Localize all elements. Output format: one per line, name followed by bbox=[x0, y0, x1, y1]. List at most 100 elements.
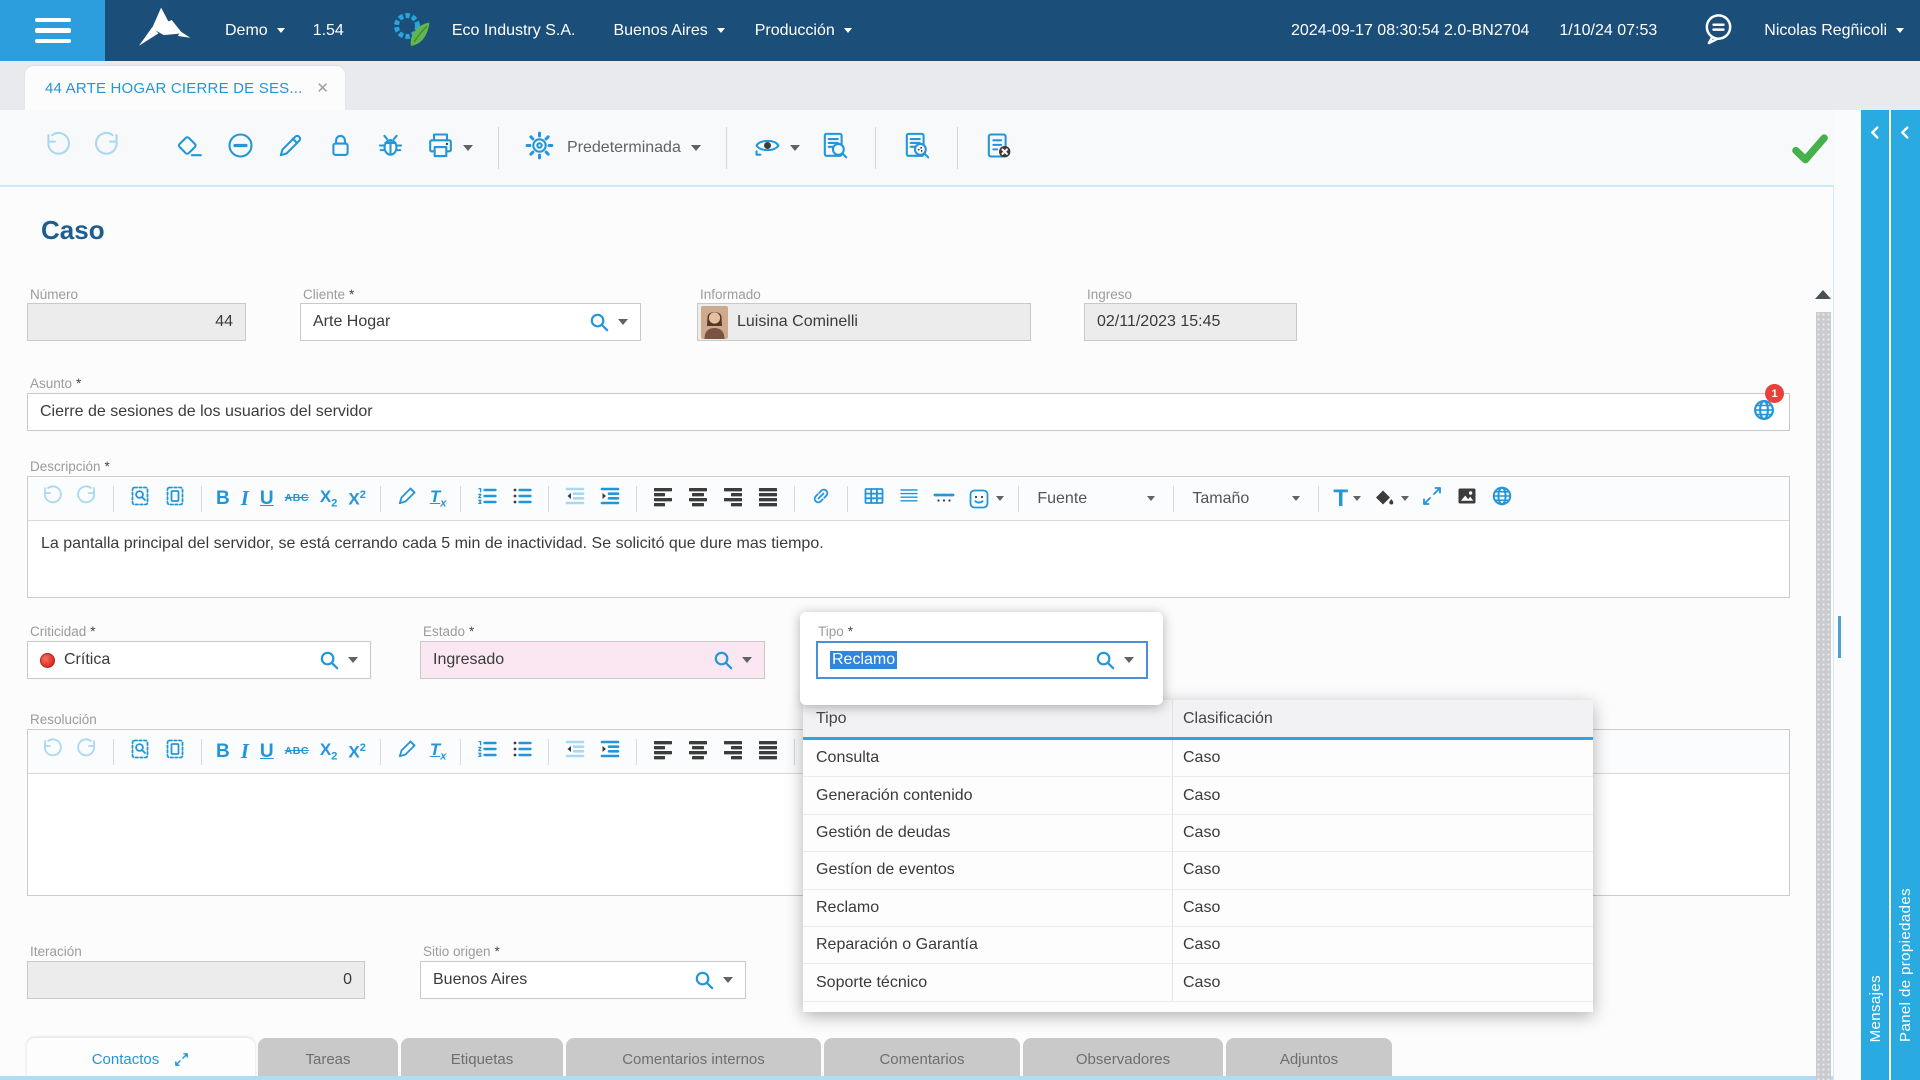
vertical-scrollbar-thumb[interactable] bbox=[1816, 312, 1831, 1080]
cliente-field[interactable]: Arte Hogar bbox=[300, 303, 641, 341]
debug-bug-icon[interactable] bbox=[375, 130, 406, 166]
strikethrough-button[interactable]: ABC bbox=[285, 493, 309, 504]
clear-format-button[interactable]: Tx bbox=[430, 741, 447, 762]
justify-icon[interactable] bbox=[756, 484, 780, 513]
bullet-list-icon[interactable] bbox=[510, 484, 534, 513]
underline-button[interactable]: U bbox=[260, 489, 274, 508]
dropdown-option-soporte-tecnico[interactable]: Soporte técnicoCaso bbox=[803, 964, 1593, 1001]
chevron-down-icon[interactable] bbox=[742, 657, 752, 663]
case-document-tab[interactable]: 44 ARTE HOGAR CIERRE DE SES... ✕ bbox=[25, 66, 345, 110]
italic-button[interactable]: I bbox=[241, 741, 249, 762]
superscript-button[interactable]: X2 bbox=[348, 743, 365, 761]
chevron-down-icon[interactable] bbox=[1124, 657, 1134, 663]
tab-contactos[interactable]: Contactos bbox=[27, 1038, 255, 1080]
search-icon[interactable] bbox=[318, 649, 341, 672]
redo-icon[interactable] bbox=[75, 737, 99, 766]
hamburger-menu-button[interactable] bbox=[0, 0, 105, 61]
preview-button[interactable] bbox=[752, 130, 800, 166]
search-icon[interactable] bbox=[712, 649, 735, 672]
select-frame-icon[interactable] bbox=[163, 737, 187, 766]
ordered-list-icon[interactable] bbox=[475, 737, 499, 766]
tab-comentarios[interactable]: Comentarios bbox=[824, 1038, 1020, 1080]
clear-format-button[interactable]: Tx bbox=[430, 488, 447, 509]
view-profile-selector[interactable]: Predeterminada bbox=[524, 130, 701, 166]
underline-button[interactable]: U bbox=[260, 742, 274, 761]
estado-field[interactable]: Ingresado bbox=[420, 641, 765, 679]
descripcion-value[interactable]: La pantalla principal del servidor, se e… bbox=[28, 521, 1789, 567]
ingreso-field[interactable]: 02/11/2023 15:45 bbox=[1084, 303, 1297, 341]
sign-pen-icon[interactable] bbox=[275, 130, 306, 166]
propiedades-panel-toggle[interactable]: Panel de propiedades bbox=[1891, 110, 1920, 1080]
superscript-button[interactable]: X2 bbox=[348, 490, 365, 508]
document-search-icon[interactable] bbox=[819, 130, 850, 166]
search-icon[interactable] bbox=[1094, 649, 1117, 672]
confirm-check-icon[interactable] bbox=[1788, 128, 1832, 173]
iteracion-field[interactable]: 0 bbox=[27, 961, 365, 999]
scroll-up-icon[interactable] bbox=[1815, 290, 1831, 299]
select-frame-icon[interactable] bbox=[163, 484, 187, 513]
criticidad-field[interactable]: Crítica bbox=[27, 641, 371, 679]
document-audit-search-icon[interactable] bbox=[901, 130, 932, 166]
redo-icon[interactable] bbox=[75, 484, 99, 513]
search-icon[interactable] bbox=[693, 969, 716, 992]
mensajes-panel-toggle[interactable]: Mensajes bbox=[1861, 110, 1889, 1080]
align-right-icon[interactable] bbox=[721, 484, 745, 513]
expand-icon[interactable] bbox=[173, 1051, 190, 1068]
align-center-icon[interactable] bbox=[686, 737, 710, 766]
chevron-down-icon[interactable] bbox=[618, 319, 628, 325]
dropdown-option-gestion-de-deudas[interactable]: Gestión de deudasCaso bbox=[803, 815, 1593, 852]
print-button[interactable] bbox=[425, 130, 473, 166]
line-spacing-icon[interactable] bbox=[897, 484, 921, 513]
dropdown-option-consulta[interactable]: ConsultaCaso bbox=[803, 740, 1593, 777]
font-size-dropdown[interactable]: Tamaño bbox=[1188, 490, 1304, 508]
tab-observadores[interactable]: Observadores bbox=[1023, 1038, 1223, 1080]
mode-selector[interactable]: Producción bbox=[755, 22, 852, 40]
globe-icon[interactable] bbox=[1490, 484, 1514, 513]
align-right-icon[interactable] bbox=[721, 737, 745, 766]
align-center-icon[interactable] bbox=[686, 484, 710, 513]
undo-icon[interactable] bbox=[40, 737, 64, 766]
indent-icon[interactable] bbox=[598, 737, 622, 766]
horizontal-rule-icon[interactable] bbox=[932, 484, 956, 513]
indent-icon[interactable] bbox=[598, 484, 622, 513]
user-menu[interactable]: Nicolas Regñicoli bbox=[1764, 22, 1904, 40]
horizontal-scrollbar[interactable] bbox=[0, 1076, 1846, 1080]
insert-image-icon[interactable] bbox=[1455, 484, 1479, 513]
align-left-icon[interactable] bbox=[651, 737, 675, 766]
font-family-dropdown[interactable]: Fuente bbox=[1033, 490, 1159, 508]
strikethrough-button[interactable]: ABC bbox=[285, 746, 309, 757]
asunto-field[interactable]: Cierre de sesiones de los usuarios del s… bbox=[27, 393, 1790, 431]
chevron-down-icon[interactable] bbox=[723, 977, 733, 983]
tab-adjuntos[interactable]: Adjuntos bbox=[1226, 1038, 1392, 1080]
dropdown-option-gestion-de-eventos[interactable]: Gestíon de eventosCaso bbox=[803, 852, 1593, 889]
italic-button[interactable]: I bbox=[241, 488, 249, 509]
messages-chat-icon[interactable] bbox=[1701, 11, 1736, 51]
redo-icon[interactable] bbox=[92, 130, 123, 166]
numero-field[interactable]: 44 bbox=[27, 303, 246, 341]
remove-circle-icon[interactable] bbox=[225, 130, 256, 166]
bullet-list-icon[interactable] bbox=[510, 737, 534, 766]
branch-selector[interactable]: Buenos Aires bbox=[613, 22, 724, 40]
sitio-origen-field[interactable]: Buenos Aires bbox=[420, 961, 746, 999]
chevron-down-icon[interactable] bbox=[348, 657, 358, 663]
text-color-button[interactable]: T bbox=[1333, 487, 1361, 511]
search-icon[interactable] bbox=[588, 311, 611, 334]
fill-color-button[interactable] bbox=[1372, 487, 1409, 511]
fullscreen-expand-icon[interactable] bbox=[1420, 484, 1444, 513]
tab-close-icon[interactable]: ✕ bbox=[316, 79, 329, 97]
tab-comentarios-internos[interactable]: Comentarios internos bbox=[566, 1038, 821, 1080]
lock-icon[interactable] bbox=[325, 130, 356, 166]
outdent-icon[interactable] bbox=[563, 484, 587, 513]
tipo-field[interactable]: Reclamo bbox=[816, 641, 1148, 679]
outdent-icon[interactable] bbox=[563, 737, 587, 766]
undo-icon[interactable] bbox=[40, 484, 64, 513]
environment-selector[interactable]: Demo bbox=[225, 22, 285, 40]
dropdown-option-generacion-contenido[interactable]: Generación contenidoCaso bbox=[803, 777, 1593, 814]
subscript-button[interactable]: X2 bbox=[320, 741, 337, 762]
table-icon[interactable] bbox=[862, 484, 886, 513]
list-cancel-icon[interactable] bbox=[983, 130, 1014, 166]
bold-button[interactable]: B bbox=[216, 742, 230, 761]
subscript-button[interactable]: X2 bbox=[320, 488, 337, 509]
tab-etiquetas[interactable]: Etiquetas bbox=[401, 1038, 563, 1080]
zoom-preview-icon[interactable] bbox=[128, 737, 152, 766]
